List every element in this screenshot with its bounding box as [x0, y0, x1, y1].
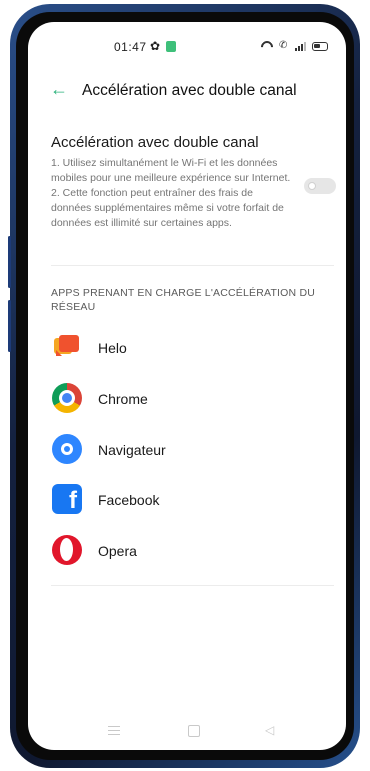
app-label: Chrome: [98, 391, 148, 407]
status-bar: 01:47 ✿ ✆: [28, 39, 346, 58]
navigateur-icon: [52, 434, 82, 464]
signal-icon: [295, 41, 306, 51]
app-label: Facebook: [98, 492, 160, 508]
back-arrow-icon[interactable]: ←: [50, 80, 68, 98]
setting-title: Accélération avec double canal: [51, 134, 259, 151]
chrome-icon: [52, 383, 82, 413]
app-row-helo[interactable]: Helo: [28, 330, 346, 370]
app-label: Navigateur: [98, 442, 166, 458]
menu-icon[interactable]: [108, 726, 120, 736]
app-row-navigateur[interactable]: Navigateur: [28, 432, 346, 472]
setting-description-line-2: 2. Cette fonction peut entraîner des fra…: [51, 187, 284, 229]
home-icon[interactable]: [188, 725, 200, 737]
battery-icon: [312, 41, 328, 51]
divider: [51, 265, 334, 266]
volume-button: [8, 236, 11, 288]
call-icon: ✆: [279, 40, 288, 51]
app-header: ← Accélération avec double canal: [28, 80, 346, 104]
gear-icon: ✿: [150, 39, 161, 53]
back-triangle-icon[interactable]: ◁: [265, 724, 274, 736]
opera-icon: [52, 535, 82, 565]
setting-description: 1. Utilisez simultanément le Wi-Fi et le…: [51, 156, 295, 231]
app-label: Helo: [98, 340, 127, 356]
dual-channel-toggle[interactable]: [304, 178, 336, 194]
app-row-chrome[interactable]: Chrome: [28, 381, 346, 421]
app-row-opera[interactable]: Opera: [28, 533, 346, 573]
page-title: Accélération avec double canal: [82, 82, 297, 99]
status-time: 01:47: [114, 40, 147, 54]
setting-description-line-1: 1. Utilisez simultanément le Wi-Fi et le…: [51, 157, 291, 184]
divider: [51, 585, 334, 586]
facebook-icon: f: [52, 484, 82, 514]
navigation-bar: ◁: [28, 722, 346, 746]
wifi-icon: [261, 41, 273, 51]
volume-button-2: [8, 300, 11, 352]
apps-section-header: APPS PRENANT EN CHARGE L'ACCÉLÉRATION DU…: [51, 287, 316, 313]
helo-icon: [52, 332, 82, 362]
app-label: Opera: [98, 543, 137, 559]
app-row-facebook[interactable]: f Facebook: [28, 482, 346, 522]
screen: 01:47 ✿ ✆ ← Accélération avec double can…: [28, 22, 346, 750]
notification-icon: [166, 41, 176, 52]
